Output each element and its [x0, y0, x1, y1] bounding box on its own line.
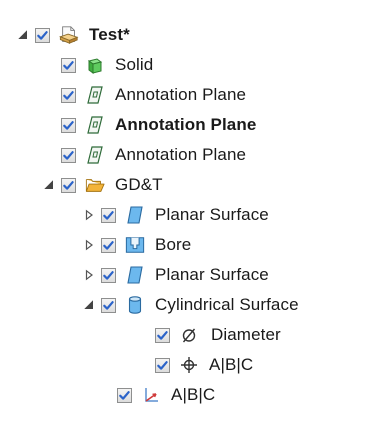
- tree-node-cylindrical-surface[interactable]: Cylindrical Surface: [81, 290, 299, 320]
- tree-node-test[interactable]: Test*: [15, 20, 130, 50]
- annotation-plane-icon: [85, 115, 105, 135]
- tree-node-datum-reference-frame[interactable]: A|B|C: [117, 380, 215, 410]
- visibility-checkbox[interactable]: [155, 327, 170, 343]
- tree-node-annotation-plane[interactable]: Annotation Plane: [61, 140, 246, 170]
- check-icon: [62, 149, 75, 162]
- check-icon: [102, 299, 115, 312]
- check-icon: [62, 179, 75, 192]
- visibility-checkbox[interactable]: [35, 27, 50, 43]
- solid-cube-icon: [85, 55, 105, 75]
- collapse-arrow[interactable]: [41, 177, 57, 193]
- visibility-checkbox[interactable]: [61, 177, 76, 193]
- tree-node-annotation-plane-active[interactable]: Annotation Plane: [61, 110, 256, 140]
- check-icon: [156, 329, 169, 342]
- tree-node-label: A|B|C: [209, 355, 254, 374]
- tree-node-label: Annotation Plane: [115, 85, 247, 104]
- tree-node-label: Planar Surface: [155, 265, 269, 284]
- visibility-checkbox[interactable]: [101, 297, 116, 313]
- annotation-plane-icon: [85, 145, 105, 165]
- diameter-symbol-icon: [179, 325, 199, 345]
- tree-node-label: A|B|C: [171, 385, 216, 404]
- collapse-arrow[interactable]: [81, 297, 97, 313]
- visibility-checkbox[interactable]: [61, 147, 76, 163]
- tree-node-label: Annotation Plane: [115, 145, 247, 164]
- tree-node-bore[interactable]: Bore: [81, 230, 191, 260]
- tree-node-label: Solid: [115, 55, 154, 74]
- check-icon: [36, 29, 49, 42]
- visibility-checkbox[interactable]: [101, 237, 116, 253]
- check-icon: [156, 359, 169, 372]
- tree-node-label: Bore: [155, 235, 192, 254]
- check-icon: [118, 389, 131, 402]
- check-icon: [62, 59, 75, 72]
- annotation-plane-icon: [85, 85, 105, 105]
- visibility-checkbox[interactable]: [155, 357, 170, 373]
- visibility-checkbox[interactable]: [101, 207, 116, 223]
- tree-node-solid[interactable]: Solid: [61, 50, 153, 80]
- tree-node-diameter[interactable]: Diameter: [155, 320, 281, 350]
- tree-node-planar-surface[interactable]: Planar Surface: [81, 200, 269, 230]
- expand-arrow[interactable]: [81, 237, 97, 253]
- tree-node-label: GD&T: [115, 175, 163, 194]
- check-icon: [102, 209, 115, 222]
- visibility-checkbox[interactable]: [61, 87, 76, 103]
- check-icon: [102, 269, 115, 282]
- visibility-checkbox[interactable]: [61, 57, 76, 73]
- tree-node-annotation-plane[interactable]: Annotation Plane: [61, 80, 246, 110]
- datum-axis-icon: [141, 385, 161, 405]
- tree-node-gdt[interactable]: GD&T: [41, 170, 163, 200]
- expand-arrow[interactable]: [81, 207, 97, 223]
- check-icon: [62, 119, 75, 132]
- check-icon: [102, 239, 115, 252]
- tree-node-label: Diameter: [211, 325, 281, 344]
- visibility-checkbox[interactable]: [117, 387, 132, 403]
- folder-open-icon: [85, 175, 105, 195]
- bore-icon: [125, 235, 145, 255]
- visibility-checkbox[interactable]: [101, 267, 116, 283]
- model-document-icon: [59, 25, 79, 45]
- collapse-arrow[interactable]: [15, 27, 31, 43]
- planar-surface-icon: [125, 205, 145, 225]
- model-tree: Test* Solid Annotation Plane Annotation …: [0, 0, 385, 421]
- cylinder-icon: [125, 295, 145, 315]
- planar-surface-icon: [125, 265, 145, 285]
- visibility-checkbox[interactable]: [61, 117, 76, 133]
- tree-node-label: Planar Surface: [155, 205, 269, 224]
- tree-node-label: Test*: [89, 25, 130, 44]
- tree-node-label: Annotation Plane: [115, 115, 257, 134]
- expand-arrow[interactable]: [81, 267, 97, 283]
- tree-node-planar-surface[interactable]: Planar Surface: [81, 260, 269, 290]
- position-symbol-icon: [179, 355, 199, 375]
- tree-node-position-tolerance[interactable]: A|B|C: [155, 350, 253, 380]
- check-icon: [62, 89, 75, 102]
- tree-node-label: Cylindrical Surface: [155, 295, 299, 314]
